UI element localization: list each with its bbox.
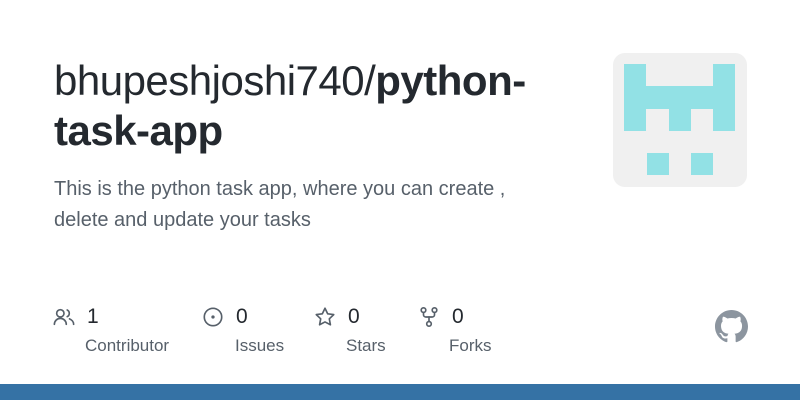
repo-title[interactable]: bhupeshjoshi740/python- task-app [54, 56, 584, 156]
repo-name-line1[interactable]: python- [375, 57, 526, 104]
stat-forks[interactable]: 0 Forks [418, 304, 492, 356]
forks-label: Forks [449, 336, 492, 355]
people-icon [53, 308, 75, 326]
github-mark-icon[interactable] [715, 310, 748, 343]
star-icon [315, 307, 335, 326]
repo-forked-icon [420, 307, 438, 327]
repo-description-line1: This is the python task app, where you c… [54, 178, 506, 200]
repo-description-line2: delete and update your tasks [54, 209, 311, 231]
repo-name-line2[interactable]: task-app [54, 107, 223, 154]
repo-description: This is the python task app, where you c… [54, 174, 574, 236]
contributors-label: Contributor [85, 336, 170, 355]
stars-count: 0 [348, 305, 360, 328]
issues-count: 0 [236, 305, 248, 328]
issue-opened-icon [203, 307, 223, 327]
stat-stars[interactable]: 0 Stars [314, 304, 386, 356]
identicon-avatar [624, 64, 735, 175]
stat-contributors[interactable]: 1 Contributor [53, 304, 169, 356]
issues-label: Issues [235, 336, 285, 355]
language-color-bar [0, 384, 800, 400]
forks-count: 0 [452, 305, 464, 328]
owner-avatar[interactable] [613, 53, 747, 187]
stars-label: Stars [346, 336, 386, 355]
repo-owner[interactable]: bhupeshjoshi740/ [54, 57, 376, 104]
stat-issues[interactable]: 0 Issues [202, 304, 284, 356]
repo-card: bhupeshjoshi740/python- task-app This is… [0, 0, 800, 400]
contributors-count: 1 [87, 305, 99, 328]
